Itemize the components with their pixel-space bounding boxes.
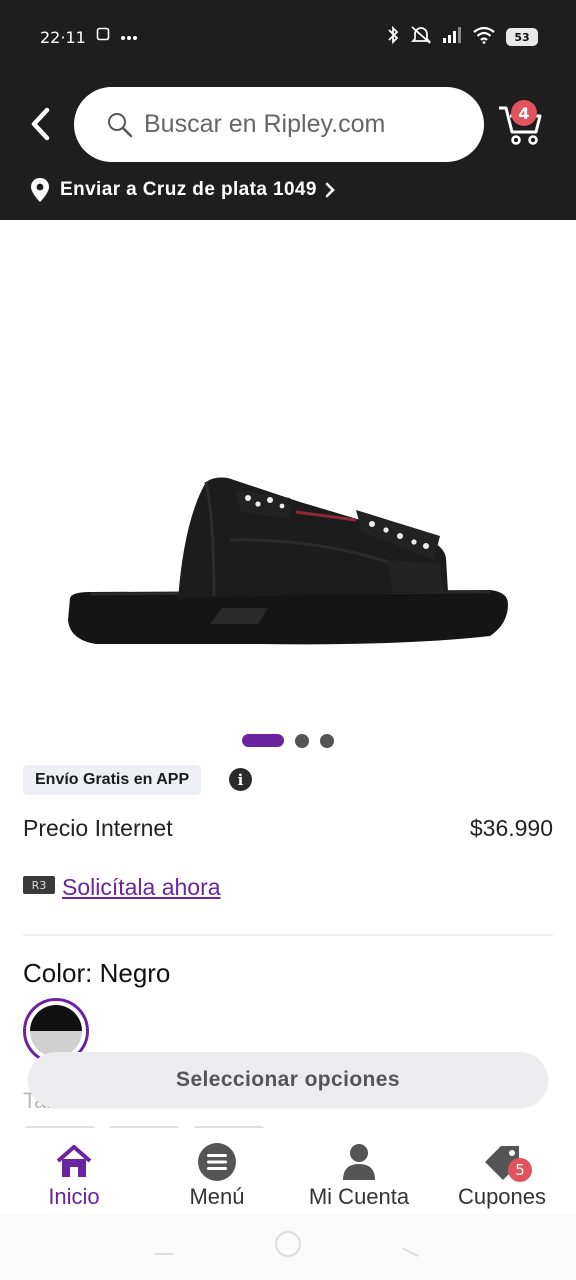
price-value: $36.990 — [469, 815, 553, 841]
bottom-navigation: Inicio Menú Mi Cuenta 5 Cupones — [0, 1128, 576, 1214]
carousel-dot[interactable] — [295, 734, 309, 748]
status-left-icons — [66, 26, 138, 45]
product-image[interactable] — [0, 220, 576, 730]
chevron-right-icon — [325, 182, 335, 198]
back-button[interactable] — [24, 104, 58, 144]
delivery-address[interactable]: Enviar a Cruz de plata 1049 — [30, 176, 335, 204]
carousel-dot[interactable] — [320, 734, 334, 748]
select-options-button[interactable]: Seleccionar opciones — [28, 1052, 548, 1108]
carousel-dot-active[interactable] — [242, 734, 284, 747]
status-right-icons: 53 — [386, 25, 538, 49]
home-gesture-icon — [275, 1231, 301, 1257]
nav-label: Inicio — [48, 1184, 100, 1209]
back-gesture-icon — [401, 1247, 419, 1257]
cart-count-badge: 4 — [511, 100, 537, 126]
coupon-count-badge: 5 — [508, 1158, 532, 1182]
ripley-card-logo: R3 — [23, 876, 55, 894]
image-carousel-indicator[interactable] — [0, 734, 576, 748]
back-chevron-icon — [31, 107, 50, 141]
free-shipping-badge: Envío Gratis en APP — [23, 765, 202, 795]
nav-item-mi-cuenta[interactable]: Mi Cuenta — [287, 1128, 431, 1214]
search-icon — [106, 111, 134, 139]
signal-icon — [442, 26, 462, 48]
nav-item-inicio[interactable]: Inicio — [2, 1128, 146, 1214]
wifi-icon — [472, 26, 496, 48]
app-header: 22·11 53 Buscar en Ripley.com 4 Enviar a… — [0, 0, 576, 220]
nav-item-menu[interactable]: Menú — [145, 1128, 289, 1214]
nav-label: Mi Cuenta — [308, 1184, 410, 1209]
info-icon[interactable]: i — [229, 768, 252, 791]
search-input[interactable]: Buscar en Ripley.com — [74, 87, 484, 162]
section-divider — [23, 934, 553, 936]
address-label: Enviar a Cruz de plata 1049 — [60, 179, 317, 200]
bluetooth-icon — [386, 25, 400, 49]
battery-icon: 53 — [506, 28, 538, 46]
user-icon — [337, 1140, 381, 1184]
nav-item-cupones[interactable]: 5 Cupones — [430, 1128, 574, 1214]
nav-label: Cupones — [457, 1184, 547, 1209]
card-logo-text: R3 — [31, 878, 47, 892]
more-dots-icon — [120, 26, 138, 45]
sandal-illustration — [68, 477, 508, 645]
status-bar: 22·11 53 — [0, 0, 576, 76]
nav-label: Menú — [189, 1184, 245, 1209]
home-icon — [52, 1140, 96, 1184]
color-label: Color: Negro — [23, 958, 171, 988]
apply-card-link[interactable]: Solicítala ahora — [62, 874, 221, 901]
location-pin-icon — [31, 178, 49, 202]
system-navigation-bar — [0, 1214, 576, 1280]
search-placeholder: Buscar en Ripley.com — [144, 110, 386, 138]
price-label: Precio Internet — [23, 815, 173, 841]
menu-icon — [195, 1140, 239, 1184]
mute-icon — [410, 25, 432, 49]
screen-record-icon — [96, 26, 110, 45]
swatch-colors — [30, 1005, 82, 1057]
